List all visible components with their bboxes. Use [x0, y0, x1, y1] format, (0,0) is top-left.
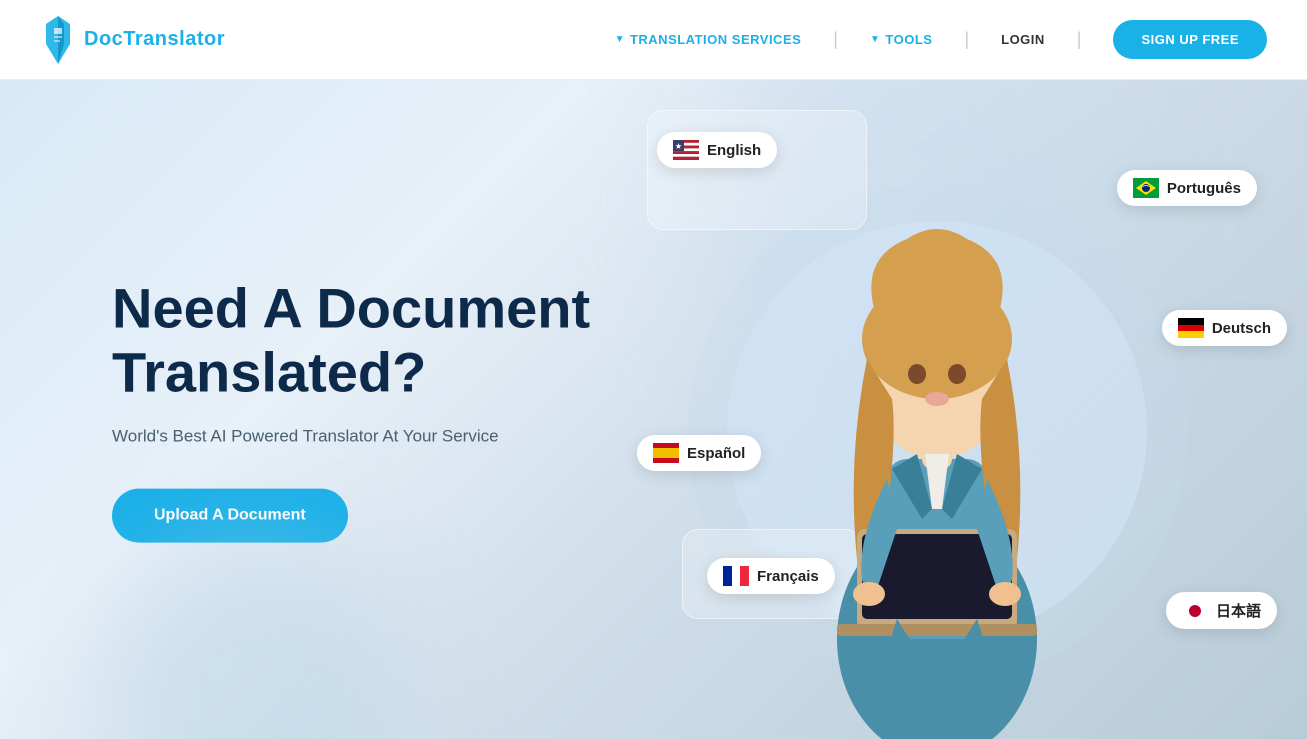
hero-left: Need A Document Translated? World's Best… [112, 276, 590, 543]
logo-text: DocTranslator [84, 28, 225, 51]
logo[interactable]: DocTranslator [40, 14, 225, 66]
nav-separator-2: | [964, 29, 969, 50]
flag-english: ★ [673, 140, 699, 160]
hero-title-line1: Need A Document [112, 276, 590, 339]
flag-deutsch [1178, 318, 1204, 338]
nav-separator-3: | [1077, 29, 1082, 50]
flag-japanese [1182, 601, 1208, 621]
lang-chip-japanese: 日本語 [1166, 592, 1277, 629]
signup-button[interactable]: SIGN UP FREE [1113, 20, 1267, 59]
lang-label-english: English [707, 142, 761, 159]
hero-section: Need A Document Translated? World's Best… [0, 80, 1307, 739]
chevron-icon: ▼ [615, 34, 625, 45]
ai-woman-figure [767, 139, 1107, 739]
lang-label-francais: Français [757, 568, 819, 585]
upload-button[interactable]: Upload A Document [112, 489, 348, 543]
flag-espanol [653, 443, 679, 463]
lang-chip-english: ★ English [657, 132, 777, 168]
chevron-tools-icon: ▼ [870, 34, 880, 45]
nav-separator-1: | [833, 29, 838, 50]
lang-label-deutsch: Deutsch [1212, 320, 1271, 337]
logo-icon [40, 14, 76, 66]
hero-title-line2: Translated? [112, 341, 426, 404]
lang-label-espanol: Español [687, 445, 745, 462]
woman-svg [777, 159, 1097, 739]
nav-translation-services[interactable]: ▼ TRANSLATION SERVICES [615, 32, 802, 47]
lang-label-japanese: 日本語 [1216, 600, 1261, 621]
hero-title: Need A Document Translated? [112, 276, 590, 405]
lang-chip-francais: Français [707, 558, 835, 594]
flag-portuguese [1133, 178, 1159, 198]
lang-chip-deutsch: Deutsch [1162, 310, 1287, 346]
nav-links: ▼ TRANSLATION SERVICES | ▼ TOOLS | LOGIN… [615, 20, 1267, 59]
flag-francais [723, 566, 749, 586]
tools-label: TOOLS [885, 32, 932, 47]
hero-right: ★ English Português [627, 80, 1247, 739]
lang-chip-espanol: Español [637, 435, 761, 471]
lang-chip-portuguese: Português [1117, 170, 1257, 206]
lang-label-portuguese: Português [1167, 180, 1241, 197]
nav-tools[interactable]: ▼ TOOLS [870, 32, 932, 47]
nav-login[interactable]: LOGIN [1001, 32, 1045, 47]
hero-subtitle: World's Best AI Powered Translator At Yo… [112, 427, 590, 447]
svg-text:★: ★ [675, 143, 682, 151]
translation-services-label: TRANSLATION SERVICES [630, 32, 801, 47]
navbar: DocTranslator ▼ TRANSLATION SERVICES | ▼… [0, 0, 1307, 80]
